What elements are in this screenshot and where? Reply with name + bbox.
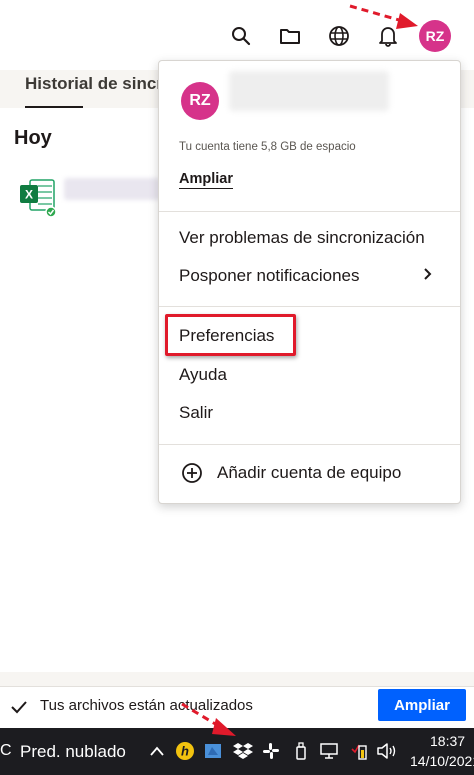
menu-divider (159, 211, 460, 212)
account-avatar-button[interactable]: RZ (419, 20, 451, 52)
menu-item-sync-problems[interactable]: Ver problemas de sincronización (179, 228, 425, 248)
speaker-icon[interactable] (376, 740, 398, 762)
menu-upgrade-link[interactable]: Ampliar (179, 171, 233, 189)
svg-text:X: X (25, 188, 33, 202)
menu-divider (159, 444, 460, 445)
svg-text:h: h (181, 744, 189, 759)
annotation-arrow-avatar (349, 4, 418, 29)
redacted-account-name (229, 71, 389, 111)
network-icon[interactable] (318, 740, 340, 762)
weather-widget[interactable]: Pred. nublado (20, 742, 126, 762)
menu-item-sign-out[interactable]: Salir (179, 403, 213, 423)
slack-icon[interactable] (260, 740, 282, 762)
chevron-up-icon[interactable] (146, 740, 168, 762)
page-bottom-strip (0, 672, 474, 686)
menu-divider (159, 306, 460, 307)
active-tab-indicator (25, 106, 83, 108)
section-title-today: Hoy (14, 127, 52, 149)
excel-icon[interactable]: X (18, 176, 58, 218)
taskbar-partial-text: C (0, 742, 12, 759)
account-menu: RZ Tu cuenta tiene 5,8 GB de espacio Amp… (158, 60, 461, 504)
battery-icon[interactable] (348, 740, 370, 762)
menu-item-help[interactable]: Ayuda (179, 365, 227, 385)
plus-circle-icon (181, 462, 203, 484)
tray-app-yellow-icon[interactable]: h (174, 740, 196, 762)
storage-space-text: Tu cuenta tiene 5,8 GB de espacio (179, 141, 356, 153)
search-icon[interactable] (227, 22, 255, 50)
usb-drive-icon[interactable] (290, 740, 312, 762)
chevron-right-icon (421, 267, 435, 281)
tray-app-blue-icon[interactable] (202, 740, 224, 762)
dropbox-icon[interactable] (232, 740, 254, 762)
upgrade-button[interactable]: Ampliar (378, 689, 466, 721)
taskbar-clock-date[interactable]: 14/10/2021 (410, 753, 474, 769)
taskbar-clock-time[interactable]: 18:37 (430, 733, 465, 749)
folder-icon[interactable] (276, 22, 304, 50)
checkmark-icon (10, 698, 28, 716)
redacted-file-name (64, 178, 160, 200)
menu-avatar: RZ (181, 82, 219, 120)
menu-item-add-team-account[interactable]: Añadir cuenta de equipo (217, 463, 401, 483)
preferences-highlight (165, 314, 296, 356)
menu-item-snooze-notifications[interactable]: Posponer notificaciones (179, 266, 360, 286)
annotation-arrow-dropbox (181, 702, 236, 736)
